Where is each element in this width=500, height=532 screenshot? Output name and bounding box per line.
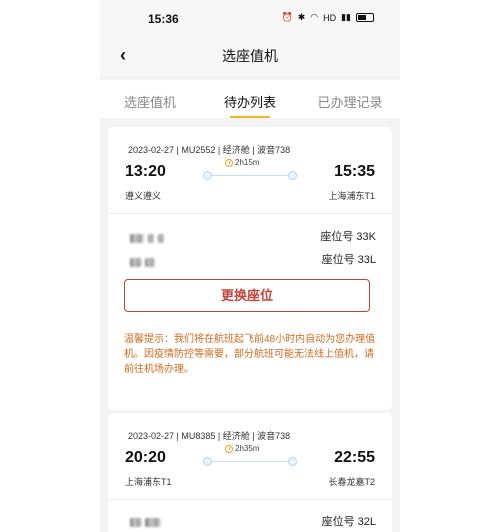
seat-number: 座位号 32L [321, 516, 376, 528]
hd-icon: HD [323, 12, 337, 23]
arrival-airport: 长春龙嘉T2 [328, 477, 375, 487]
flight-duration: 2h15m [225, 158, 259, 167]
change-seat-button[interactable]: 更换座位 [124, 279, 370, 312]
tab-completed-records[interactable]: 已办理记录 [300, 80, 400, 118]
reminder-text: 温馨提示：我们将在航班起飞前48小时内自动为您办理值机。因疫情防控等需要，部分航… [124, 334, 376, 375]
seat-number: 座位号 33L [321, 254, 376, 266]
tab-select-seat-checkin[interactable]: 选座值机 [100, 80, 200, 118]
departure-airport: 遵义遵义 [125, 191, 162, 201]
seat-number: 座位号 33K [320, 231, 376, 243]
phone-screen: 15:36 ⏰ ✱ ◠ HD ▮▮ ‹ 选座值机 选座值机 待办列表 已办理记录… [100, 0, 400, 532]
nav-bar: ‹ 选座值机 [100, 38, 400, 76]
alarm-icon: ⏰ [281, 12, 293, 22]
status-bar: 15:36 ⏰ ✱ ◠ HD ▮▮ [100, 0, 400, 38]
arrival-time: 15:35 [334, 163, 375, 180]
route-line [203, 171, 297, 181]
passenger-name-blurred [130, 230, 164, 243]
page-title: 选座值机 [222, 48, 278, 64]
flight-meta: 2023-02-27 | MU8385 | 经济舱 | 波音738 [128, 431, 291, 441]
departure-time: 20:20 [125, 449, 166, 466]
duration-text: 2h15m [235, 158, 260, 167]
flight-card: 2023-02-27 | MU2552 | 经济舱 | 波音738 13:20 … [108, 127, 392, 410]
passenger-name-blurred [130, 254, 155, 267]
flight-meta: 2023-02-27 | MU2552 | 经济舱 | 波音738 [128, 145, 291, 155]
status-icons: ⏰ ✱ ◠ HD ▮▮ [281, 12, 374, 23]
flight-card: 2023-02-27 | MU8385 | 经济舱 | 波音738 20:20 … [108, 413, 392, 532]
bluetooth-icon: ✱ [297, 12, 306, 22]
status-time: 15:36 [148, 12, 179, 26]
divider [108, 213, 392, 214]
arrival-airport: 上海浦东T1 [328, 191, 375, 201]
battery-icon [356, 13, 374, 22]
route-line [203, 457, 297, 467]
duration-text: 2h35m [235, 444, 260, 453]
divider [108, 499, 392, 500]
clock-icon [225, 158, 233, 167]
tab-bar: 选座值机 待办列表 已办理记录 [100, 80, 400, 118]
clock-icon [225, 444, 233, 453]
arrival-time: 22:55 [334, 449, 375, 466]
departure-time: 13:20 [125, 163, 166, 180]
tab-todo-list[interactable]: 待办列表 [200, 80, 300, 118]
wifi-icon: ◠ [310, 12, 319, 22]
signal-icon: ▮▮ [341, 12, 351, 22]
passenger-name-blurred [130, 514, 161, 527]
flight-duration: 2h35m [225, 444, 259, 453]
departure-airport: 上海浦东T1 [125, 477, 172, 487]
